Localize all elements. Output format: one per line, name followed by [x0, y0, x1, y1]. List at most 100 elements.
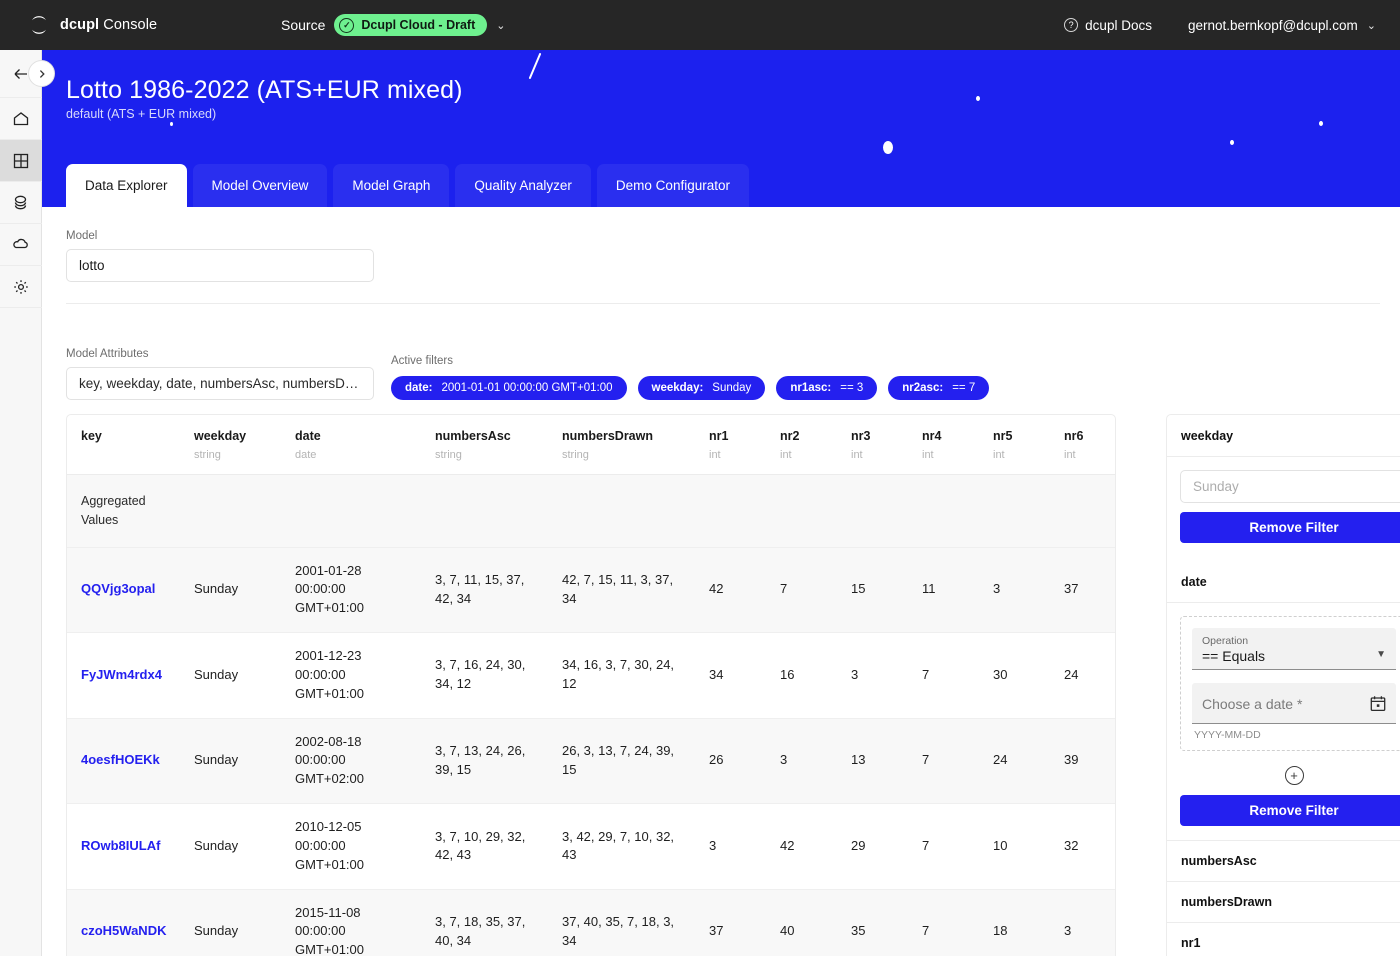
table-row[interactable]: czoH5WaNDK Sunday 2015-11-08 00:00:00 GM…: [67, 889, 1115, 956]
row-key-cell[interactable]: QQVjg3opal: [67, 547, 180, 634]
model-attributes-input[interactable]: key, weekday, date, numbersAsc, numbersD…: [66, 367, 374, 400]
row-key-link[interactable]: ROwb8IULAf: [81, 838, 160, 853]
chevron-down-icon[interactable]: ⌄: [1367, 19, 1376, 32]
row-nr5-cell: 30: [979, 632, 1050, 719]
row-key-link[interactable]: czoH5WaNDK: [81, 923, 166, 938]
date-operation-select[interactable]: Operation == Equals ▼: [1192, 628, 1396, 670]
date-picker-placeholder: Choose a date *: [1202, 695, 1303, 712]
filter-panel-weekday-title: weekday: [1167, 415, 1400, 457]
tab-model-overview[interactable]: Model Overview: [192, 164, 328, 207]
row-nr1-cell: 3: [695, 803, 766, 890]
weekday-filter-placeholder: Sunday: [1193, 479, 1239, 494]
source-selector[interactable]: Source ✓ Dcupl Cloud - Draft ⌄: [281, 14, 505, 36]
row-nr6-cell: 3: [1050, 889, 1115, 956]
filter-panel-row-numbersdrawn[interactable]: numbersDrawn: [1167, 882, 1400, 923]
tab-model-graph[interactable]: Model Graph: [333, 164, 450, 207]
column-header-nr6[interactable]: nr6 int: [1050, 415, 1115, 475]
sidebar: [0, 50, 42, 956]
check-circle-icon: ✓: [339, 17, 355, 33]
column-header-type: date: [295, 449, 317, 461]
filter-chip[interactable]: nr1asc: == 3: [776, 376, 878, 400]
date-picker-input[interactable]: Choose a date *: [1192, 683, 1396, 724]
sidebar-item-home[interactable]: [0, 98, 42, 140]
column-header-label: nr2: [780, 429, 800, 443]
row-key-cell[interactable]: 4oesfHOEKk: [67, 718, 180, 805]
chevron-right-icon: [39, 69, 45, 78]
brand[interactable]: dcupl Console: [28, 14, 157, 36]
row-date-cell: 2002-08-18 00:00:00 GMT+02:00: [281, 718, 421, 805]
tab-bar: Data Explorer Model Overview Model Graph…: [66, 164, 749, 207]
row-numbersdrawn-cell: 3, 42, 29, 7, 10, 32, 43: [548, 803, 695, 890]
model-attributes-label: Model Attributes: [66, 348, 149, 360]
date-format-hint: YYYY-MM-DD: [1194, 729, 1261, 741]
sidebar-item-projects[interactable]: [0, 140, 42, 182]
sidebar-item-settings[interactable]: [0, 266, 42, 308]
aggregated-cell: [908, 474, 979, 548]
row-nr1-cell: 26: [695, 718, 766, 805]
column-header-numbersdrawn[interactable]: numbersDrawn string: [548, 415, 695, 475]
row-key-link[interactable]: QQVjg3opal: [81, 581, 155, 596]
column-header-nr3[interactable]: nr3 int: [837, 415, 908, 475]
section-divider: [66, 303, 1380, 304]
sidebar-item-data[interactable]: [0, 182, 42, 224]
filter-panel-row-numbersasc[interactable]: numbersAsc: [1167, 840, 1400, 882]
data-table: key weekday string date date numbersAsc str…: [67, 415, 1115, 956]
table-row[interactable]: QQVjg3opal Sunday 2001-01-28 00:00:00 GM…: [67, 547, 1115, 634]
row-key-cell[interactable]: ROwb8IULAf: [67, 803, 180, 890]
row-numbersasc-cell: 3, 7, 13, 24, 26, 39, 15: [421, 718, 548, 805]
main-content: Model lotto Model Attributes key, weekda…: [42, 207, 1400, 956]
table-header-row: key weekday string date date numbersAsc str…: [67, 415, 1115, 475]
model-field-label: Model: [66, 230, 98, 242]
aggregated-cell: [837, 474, 908, 548]
remove-weekday-filter-button[interactable]: Remove Filter: [1180, 512, 1400, 543]
row-key-link[interactable]: 4oesfHOEKk: [81, 752, 160, 767]
filter-chip[interactable]: nr2asc: == 7: [888, 376, 990, 400]
column-header-weekday[interactable]: weekday string: [180, 415, 281, 475]
table-row[interactable]: ROwb8IULAf Sunday 2010-12-05 00:00:00 GM…: [67, 803, 1115, 890]
user-email-label: gernot.bernkopf@dcupl.com: [1187, 17, 1358, 33]
star-dot-decoration: [1319, 121, 1323, 126]
weekday-filter-input[interactable]: Sunday: [1180, 470, 1400, 503]
column-header-nr4[interactable]: nr4 int: [908, 415, 979, 475]
column-header-nr1[interactable]: nr1 int: [695, 415, 766, 475]
row-nr4-cell: 7: [908, 632, 979, 719]
docs-link[interactable]: ? dcupl Docs: [1064, 18, 1152, 33]
row-key-link[interactable]: FyJWm4rdx4: [81, 667, 162, 682]
row-key-cell[interactable]: FyJWm4rdx4: [67, 632, 180, 719]
tab-demo-configurator[interactable]: Demo Configurator: [596, 164, 749, 207]
column-header-type: int: [780, 449, 792, 461]
row-nr2-cell: 16: [766, 632, 837, 719]
tab-data-explorer[interactable]: Data Explorer: [66, 164, 187, 207]
model-input[interactable]: lotto: [66, 249, 374, 282]
table-row[interactable]: FyJWm4rdx4 Sunday 2001-12-23 00:00:00 GM…: [67, 632, 1115, 719]
chevron-down-icon[interactable]: ⌄: [496, 19, 505, 32]
row-nr4-cell: 7: [908, 803, 979, 890]
sidebar-collapse-button[interactable]: [28, 60, 55, 87]
table-row[interactable]: 4oesfHOEKk Sunday 2002-08-18 00:00:00 GM…: [67, 718, 1115, 805]
row-nr3-cell: 29: [837, 803, 908, 890]
calendar-icon[interactable]: [1370, 695, 1386, 712]
active-filter-chip-list: date: 2001-01-01 00:00:00 GMT+01:00 week…: [391, 376, 990, 400]
column-header-nr2[interactable]: nr2 int: [766, 415, 837, 475]
filter-chip[interactable]: date: 2001-01-01 00:00:00 GMT+01:00: [391, 376, 627, 400]
column-header-date[interactable]: date date: [281, 415, 421, 475]
row-weekday-cell: Sunday: [180, 803, 281, 890]
row-nr4-cell: 7: [908, 889, 979, 956]
plus-circle-icon[interactable]: +: [1284, 766, 1304, 785]
dropdown-arrow-icon[interactable]: ▼: [1376, 649, 1386, 660]
source-status-pill[interactable]: ✓ Dcupl Cloud - Draft: [334, 14, 488, 36]
tab-quality-analyzer[interactable]: Quality Analyzer: [455, 164, 591, 207]
user-menu[interactable]: gernot.bernkopf@dcupl.com ⌄: [1188, 18, 1376, 33]
column-header-nr5[interactable]: nr5 int: [979, 415, 1050, 475]
remove-date-filter-button[interactable]: Remove Filter: [1180, 795, 1400, 826]
data-table-card: key weekday string date date numbersAsc str…: [66, 414, 1116, 956]
column-header-key[interactable]: key: [67, 415, 180, 475]
filter-chip[interactable]: weekday: Sunday: [637, 376, 766, 400]
filter-panel-row-nr1[interactable]: nr1: [1167, 923, 1400, 956]
sidebar-item-cloud[interactable]: [0, 224, 42, 266]
column-header-numbersasc[interactable]: numbersAsc string: [421, 415, 548, 475]
source-label: Source: [281, 17, 326, 33]
row-key-cell[interactable]: czoH5WaNDK: [67, 889, 180, 956]
star-dot-decoration: [170, 122, 173, 126]
column-header-type: string: [435, 449, 462, 461]
